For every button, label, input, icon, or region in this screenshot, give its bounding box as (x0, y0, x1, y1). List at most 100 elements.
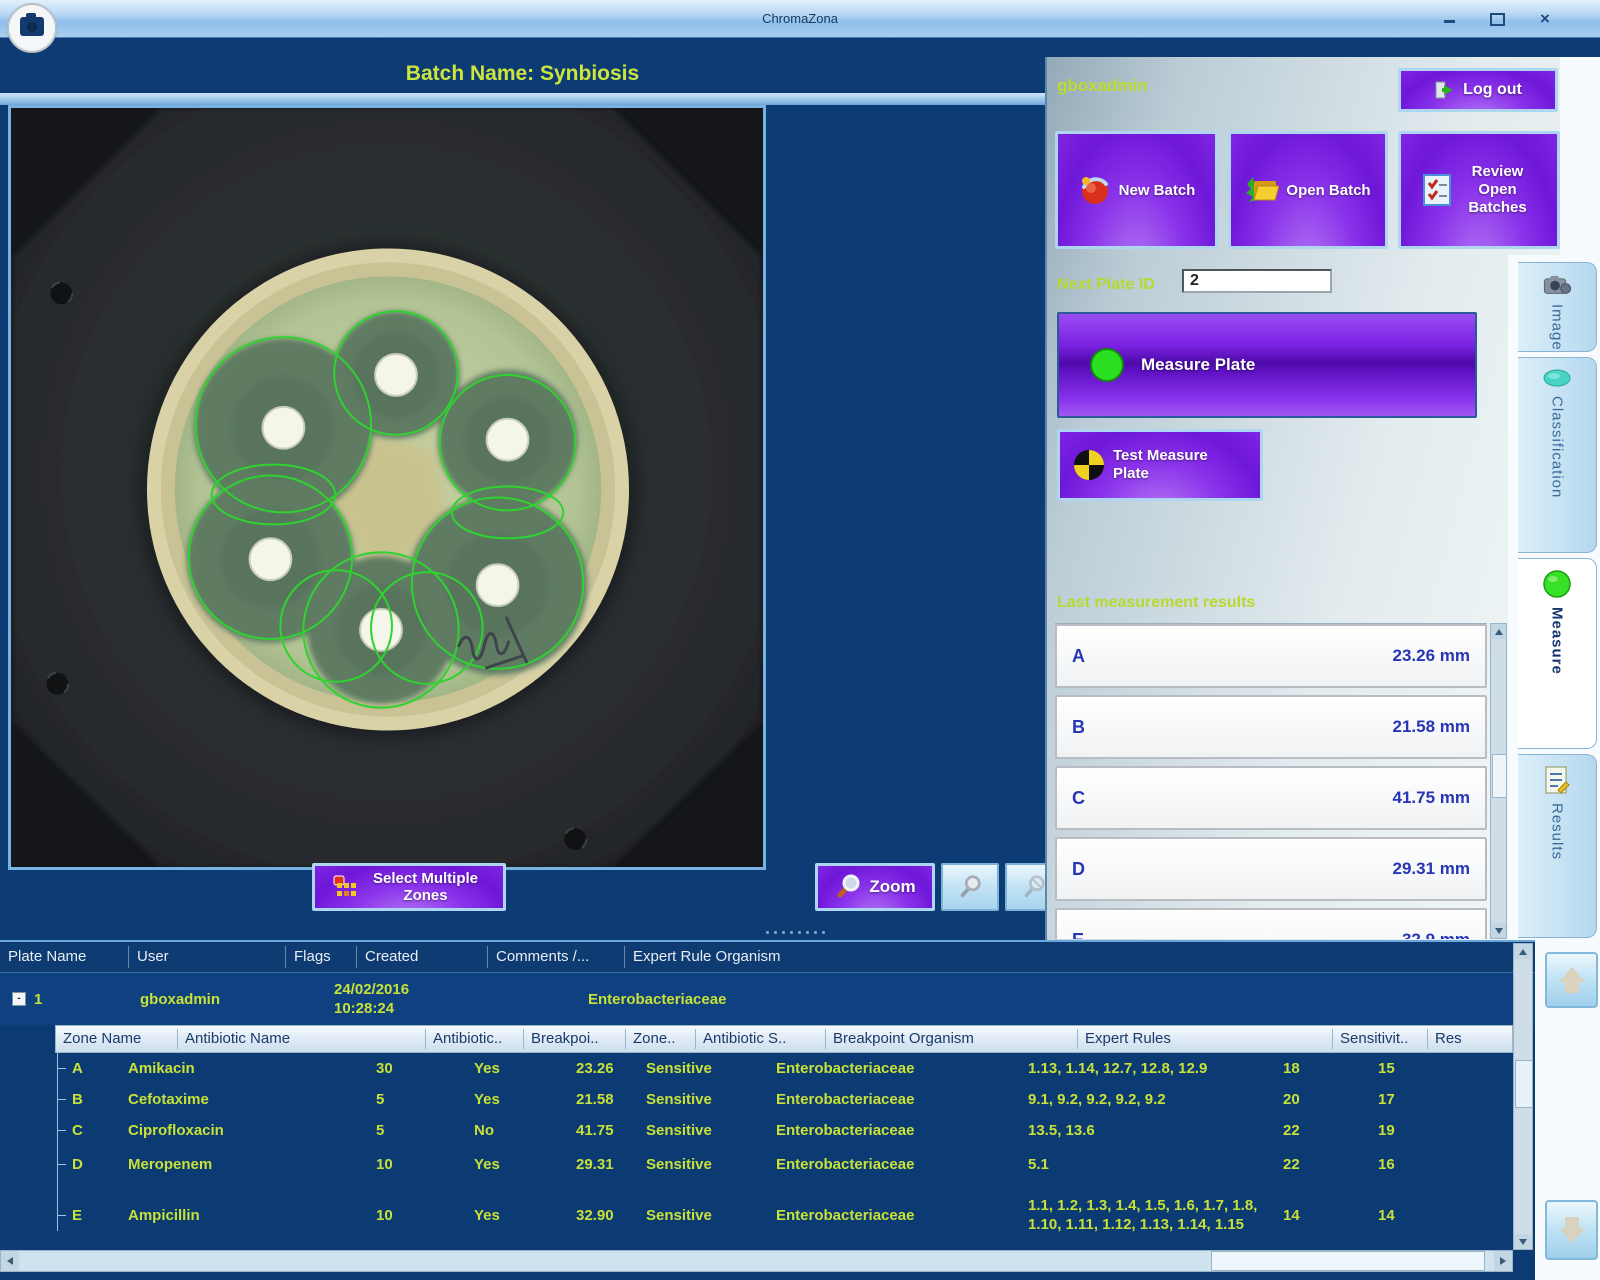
tree-tick (57, 1068, 66, 1069)
tab-classification[interactable]: Classification (1518, 357, 1597, 553)
measure-tab-icon (1542, 569, 1572, 599)
plate-image-panel[interactable] (8, 105, 766, 870)
antibiotic-status: Sensitive (640, 1156, 770, 1173)
page-down-button[interactable] (1545, 1200, 1598, 1260)
table-row-E[interactable]: E Ampicillin 10 Yes 32.90 Sensitive Ente… (0, 1182, 1535, 1248)
col-expert-rule-organism[interactable]: Expert Rule Organism (625, 946, 1333, 968)
scroll-up-arrow-icon[interactable] (1514, 944, 1532, 959)
camera-icon (1542, 273, 1572, 296)
results-scrollbar[interactable] (1490, 623, 1507, 939)
result-value: 32.9 mm (1402, 930, 1470, 939)
col-breakpoint-organism[interactable]: Breakpoint Organism (826, 1029, 1078, 1049)
antibiotic-status: Sensitive (640, 1207, 770, 1224)
col-zone[interactable]: Zone.. (626, 1029, 696, 1049)
minimize-button[interactable] (1436, 10, 1462, 28)
table-row-C[interactable]: C Ciprofloxacin 5 No 41.75 Sensitive Ent… (0, 1115, 1535, 1146)
result-item[interactable]: C41.75 mm (1055, 766, 1487, 830)
maximize-button[interactable] (1484, 10, 1510, 28)
col-created[interactable]: Created (357, 946, 488, 968)
sensitivity: 22 (1277, 1122, 1372, 1139)
col-resistance[interactable]: Res (1428, 1029, 1512, 1049)
table-row-D[interactable]: D Meropenem 10 Yes 29.31 Sensitive Enter… (0, 1146, 1535, 1182)
scroll-thumb[interactable] (1211, 1251, 1485, 1271)
resistance: 17 (1372, 1091, 1458, 1108)
result-value: 21.58 mm (1393, 717, 1471, 737)
sensitivity: 20 (1277, 1091, 1372, 1108)
scroll-down-arrow-icon[interactable] (1491, 923, 1506, 938)
batch-table: Plate Name User Flags Created Comments /… (0, 940, 1535, 1280)
page-up-button[interactable] (1545, 952, 1598, 1008)
batch-table-header-row[interactable]: Plate Name User Flags Created Comments /… (0, 940, 1535, 973)
title-bar[interactable]: ChromaZona (0, 0, 1600, 38)
select-multiple-zones-button[interactable]: Select Multiple Zones (312, 863, 506, 911)
last-results-list[interactable]: A23.26 mm B21.58 mm C41.75 mm D29.31 mm … (1055, 623, 1487, 939)
scroll-left-arrow-icon[interactable] (1, 1251, 19, 1271)
col-sensitivity[interactable]: Sensitivit.. (1333, 1029, 1428, 1049)
minimize-icon (1444, 20, 1455, 23)
col-comments[interactable]: Comments /... (488, 946, 625, 968)
breakpoint-organism: Enterobacteriaceae (770, 1060, 1022, 1077)
scroll-down-arrow-icon[interactable] (1514, 1234, 1532, 1249)
breakpoint-organism: Enterobacteriaceae (770, 1091, 1022, 1108)
col-antibiotic-status[interactable]: Antibiotic S.. (696, 1029, 826, 1049)
zoom-icon (834, 873, 862, 901)
zone-size: 29.31 (570, 1156, 640, 1173)
tab-measure[interactable]: Measure (1518, 558, 1597, 749)
classification-icon (1542, 368, 1572, 388)
test-measure-plate-button[interactable]: Test Measure Plate (1057, 429, 1263, 501)
splitter-handle[interactable] (766, 931, 825, 934)
col-zone-name[interactable]: Zone Name (56, 1029, 178, 1049)
col-expert-rules[interactable]: Expert Rules (1078, 1029, 1333, 1049)
zone-table-header-row[interactable]: Zone Name Antibiotic Name Antibiotic.. B… (55, 1025, 1513, 1053)
col-user[interactable]: User (129, 946, 286, 968)
tab-classification-label: Classification (1549, 396, 1566, 498)
tab-results-label: Results (1549, 803, 1566, 860)
zoom-button[interactable]: Zoom (815, 863, 935, 911)
scroll-right-arrow-icon[interactable] (1494, 1251, 1512, 1271)
col-breakpoint[interactable]: Breakpoi.. (524, 1029, 626, 1049)
zoom-in-button[interactable] (941, 863, 999, 911)
new-batch-label: New Batch (1119, 182, 1196, 199)
select-multiple-zones-label: Select Multiple Zones (366, 870, 486, 904)
tab-image-label: Image (1549, 304, 1566, 351)
result-item[interactable]: B21.58 mm (1055, 695, 1487, 759)
col-plate-name[interactable]: Plate Name (0, 946, 129, 968)
tab-image[interactable]: Image (1518, 262, 1597, 352)
review-open-batches-label: Review Open Batches (1459, 163, 1537, 217)
sensitivity: 18 (1277, 1060, 1372, 1077)
open-batch-button[interactable]: Open Batch (1228, 131, 1388, 249)
close-button[interactable]: × (1532, 10, 1558, 28)
result-zone: C (1072, 788, 1085, 809)
collapse-expander-icon[interactable]: - (12, 992, 26, 1006)
breakpoint: No (468, 1122, 570, 1139)
new-batch-button[interactable]: New Batch (1055, 131, 1218, 249)
table-horizontal-scrollbar[interactable] (0, 1250, 1513, 1272)
expert-rules: 1.13, 1.14, 12.7, 12.8, 12.9 (1022, 1059, 1277, 1078)
scroll-thumb[interactable] (1515, 1060, 1533, 1108)
result-item[interactable]: D29.31 mm (1055, 837, 1487, 901)
scroll-up-arrow-icon[interactable] (1491, 624, 1506, 639)
result-item[interactable]: E32.9 mm (1055, 908, 1487, 939)
scroll-thumb[interactable] (1492, 754, 1507, 798)
col-flags[interactable]: Flags (286, 946, 357, 968)
zone-name: A (72, 1060, 83, 1077)
review-open-batches-button[interactable]: Review Open Batches (1398, 131, 1560, 249)
window-title: ChromaZona (0, 0, 1600, 38)
antibiotic-conc: 30 (370, 1060, 468, 1077)
measure-plate-button[interactable]: Measure Plate (1057, 312, 1477, 418)
table-vertical-scrollbar[interactable] (1513, 943, 1533, 1250)
col-antibiotic-name[interactable]: Antibiotic Name (178, 1029, 426, 1049)
batch-row[interactable]: - 1 gboxadmin 24/02/201610:28:24 Enterob… (0, 973, 1535, 1025)
resistance: 15 (1372, 1060, 1458, 1077)
next-plate-id-input[interactable] (1182, 269, 1332, 293)
bottom-edge (0, 1273, 1535, 1280)
logout-button[interactable]: Log out (1398, 68, 1558, 112)
result-item[interactable]: A23.26 mm (1055, 624, 1487, 688)
tab-results[interactable]: Results (1518, 754, 1597, 938)
tab-measure-label: Measure (1549, 607, 1566, 675)
table-row-B[interactable]: B Cefotaxime 5 Yes 21.58 Sensitive Enter… (0, 1084, 1535, 1115)
col-antibiotic-conc[interactable]: Antibiotic.. (426, 1029, 524, 1049)
header-divider (0, 93, 1045, 105)
table-row-A[interactable]: A Amikacin 30 Yes 23.26 Sensitive Entero… (0, 1053, 1535, 1084)
sensitivity: 22 (1277, 1156, 1372, 1173)
